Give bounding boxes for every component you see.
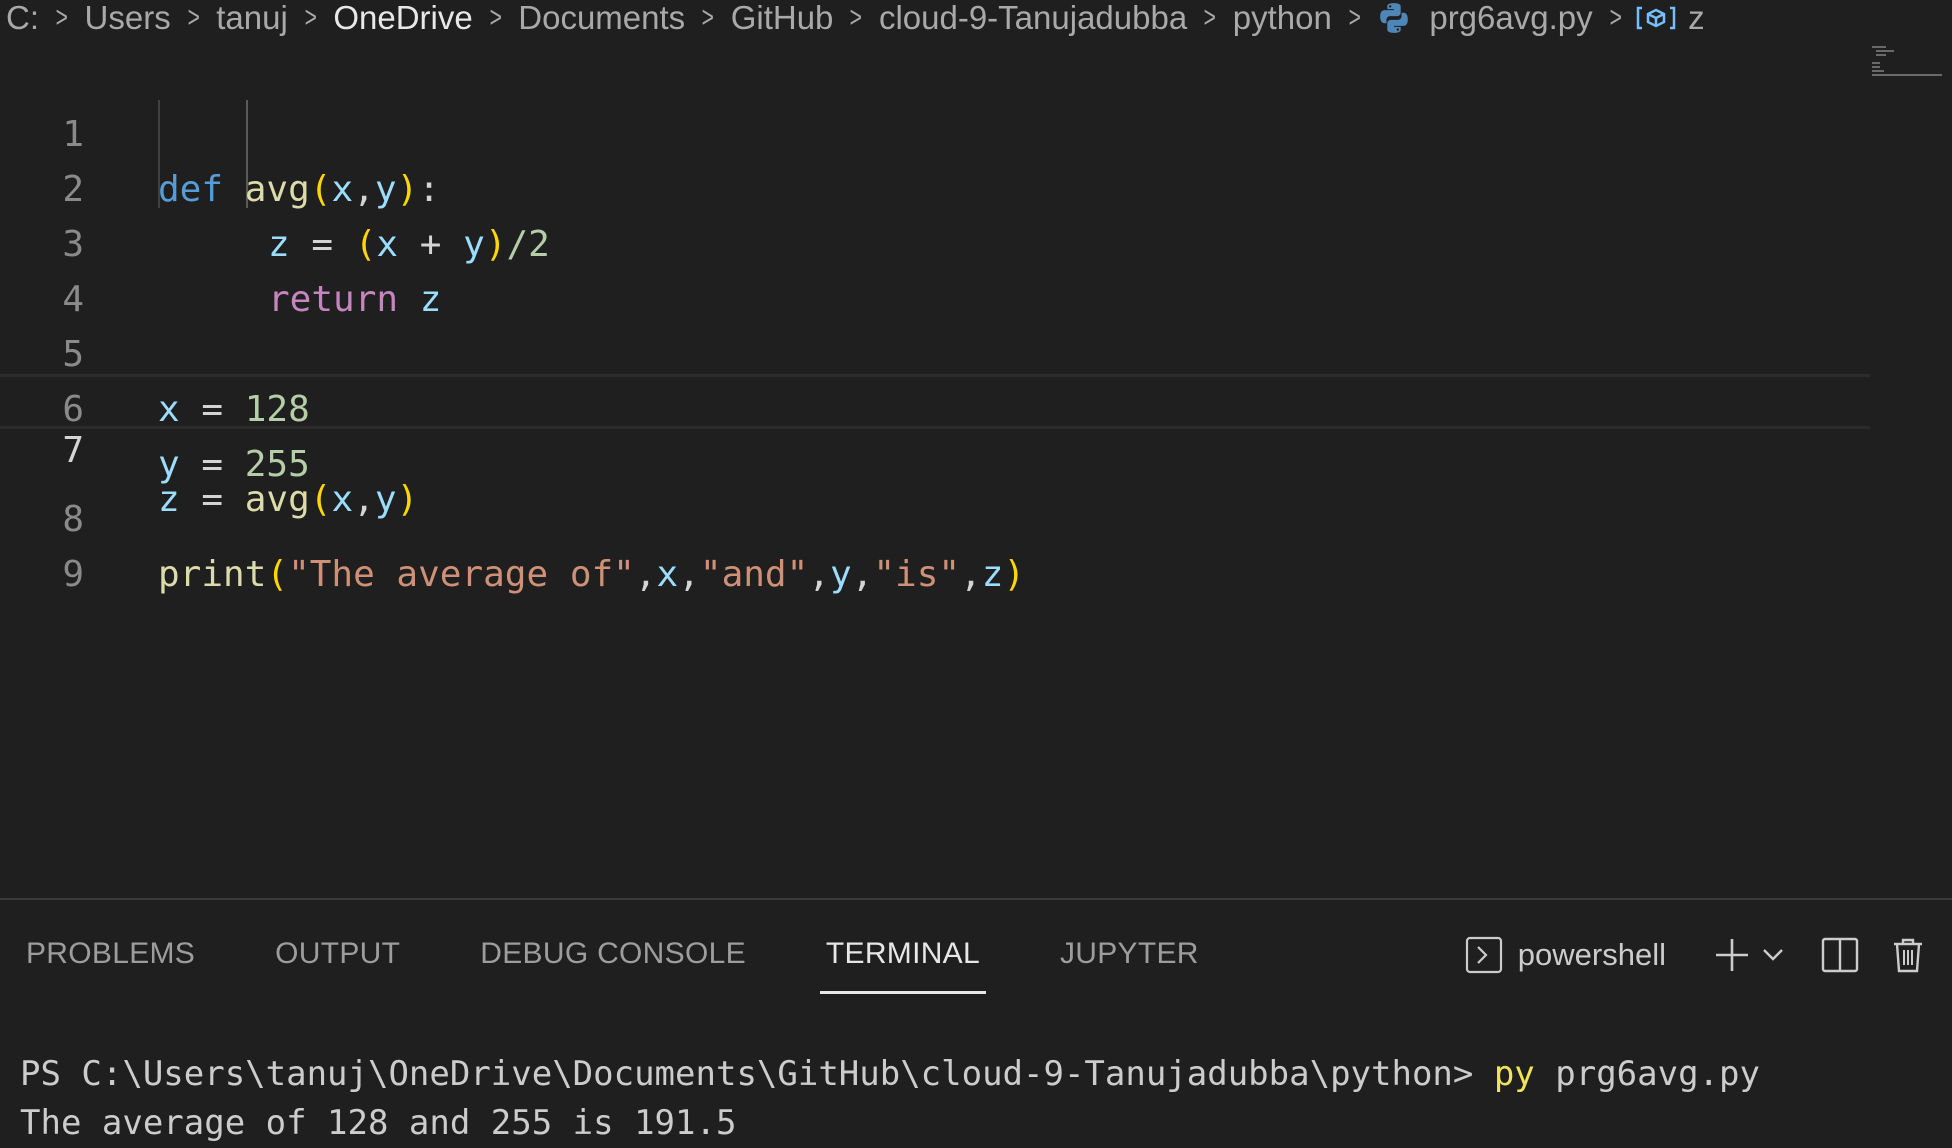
chevron-down-icon — [1763, 949, 1783, 961]
line-number: 9 — [62, 554, 84, 595]
tab-debug-console[interactable]: DEBUG CONSOLE — [474, 930, 752, 980]
code-line-8[interactable]: 8 print("The average of",x,"and",y,"is",… — [0, 437, 1870, 595]
chevron-right-icon: > — [187, 1, 200, 34]
terminal-profile-label: powershell — [1517, 937, 1666, 972]
plus-icon — [1716, 939, 1748, 971]
breadcrumb-drive[interactable]: C: — [0, 0, 45, 36]
breadcrumb-python[interactable]: python — [1227, 0, 1338, 36]
breadcrumb-symbol[interactable]: z — [1682, 0, 1711, 36]
vscode-window: C: > Users > tanuj > OneDrive > Document… — [0, 0, 1952, 1148]
chevron-right-icon: > — [1203, 1, 1217, 34]
breadcrumb: C: > Users > tanuj > OneDrive > Document… — [0, 0, 1952, 36]
trash-icon — [1894, 938, 1922, 973]
chevron-right-icon: > — [701, 1, 715, 34]
breadcrumb-tanuj[interactable]: tanuj — [210, 0, 294, 36]
breadcrumb-file[interactable]: prg6avg.py — [1423, 0, 1598, 36]
terminal-prompt: PS C:\Users\tanuj\OneDrive\Documents\Git… — [20, 1054, 1494, 1094]
chevron-right-icon: > — [489, 1, 502, 34]
breadcrumb-documents[interactable]: Documents — [512, 0, 691, 36]
code-line-1[interactable]: 1 def avg(x,y): — [0, 52, 1870, 210]
chevron-right-icon: > — [850, 1, 863, 34]
panel-actions: powershell — [1464, 930, 1930, 980]
tab-output[interactable]: OUTPUT — [269, 930, 406, 980]
chevron-right-icon: > — [55, 1, 68, 34]
split-terminal-button[interactable] — [1818, 933, 1862, 977]
terminal-icon — [1465, 936, 1502, 974]
new-terminal-button[interactable] — [1710, 933, 1754, 977]
terminal-dropdown-button[interactable] — [1758, 933, 1788, 977]
chevron-right-icon: > — [1348, 1, 1361, 34]
tab-problems[interactable]: PROBLEMS — [20, 930, 201, 980]
code-editor[interactable]: 1 def avg(x,y): 2 z = (x + y)/2 3 return… — [0, 52, 1952, 898]
code-line-7[interactable]: 7 z = avg(x,y) — [0, 374, 1870, 520]
code-line-9[interactable]: 9 — [0, 492, 1870, 595]
terminal-result: The average of 128 and 255 is 191.5 — [20, 1103, 737, 1143]
kill-terminal-button[interactable] — [1886, 933, 1930, 977]
bottom-panel: PROBLEMS OUTPUT DEBUG CONSOLE TERMINAL J… — [0, 898, 1952, 1148]
terminal-command: py — [1493, 1054, 1535, 1094]
code-line-3[interactable]: 3 return z — [0, 162, 1870, 320]
tab-jupyter[interactable]: JUPYTER — [1054, 930, 1205, 980]
code-text: print("The average of",x,"and",y,"is",z) — [158, 554, 1026, 595]
chevron-right-icon: > — [304, 1, 317, 34]
breadcrumb-onedrive[interactable]: OneDrive — [327, 0, 478, 36]
panel-tabs: PROBLEMS OUTPUT DEBUG CONSOLE TERMINAL J… — [20, 930, 1273, 994]
breadcrumb-repo[interactable]: cloud-9-Tanujadubba — [873, 0, 1193, 36]
code-line-5[interactable]: 5 x = 128 — [0, 272, 1870, 430]
terminal-args: prg6avg.py — [1534, 1054, 1760, 1094]
chevron-right-icon: > — [1609, 1, 1622, 34]
breadcrumb-users[interactable]: Users — [79, 0, 177, 36]
split-icon — [1821, 937, 1859, 973]
terminal-output[interactable]: PS C:\Users\tanuj\OneDrive\Documents\Git… — [20, 1050, 1760, 1148]
tab-terminal[interactable]: TERMINAL — [819, 930, 987, 994]
terminal-profile-selector[interactable]: powershell — [1464, 935, 1666, 975]
code-line-2[interactable]: 2 z = (x + y)/2 — [0, 107, 1870, 265]
breadcrumb-github[interactable]: GitHub — [725, 0, 840, 36]
code-line-4[interactable]: 4 — [0, 217, 1870, 320]
variable-symbol-icon — [1636, 6, 1676, 30]
python-file-icon — [1380, 3, 1409, 33]
